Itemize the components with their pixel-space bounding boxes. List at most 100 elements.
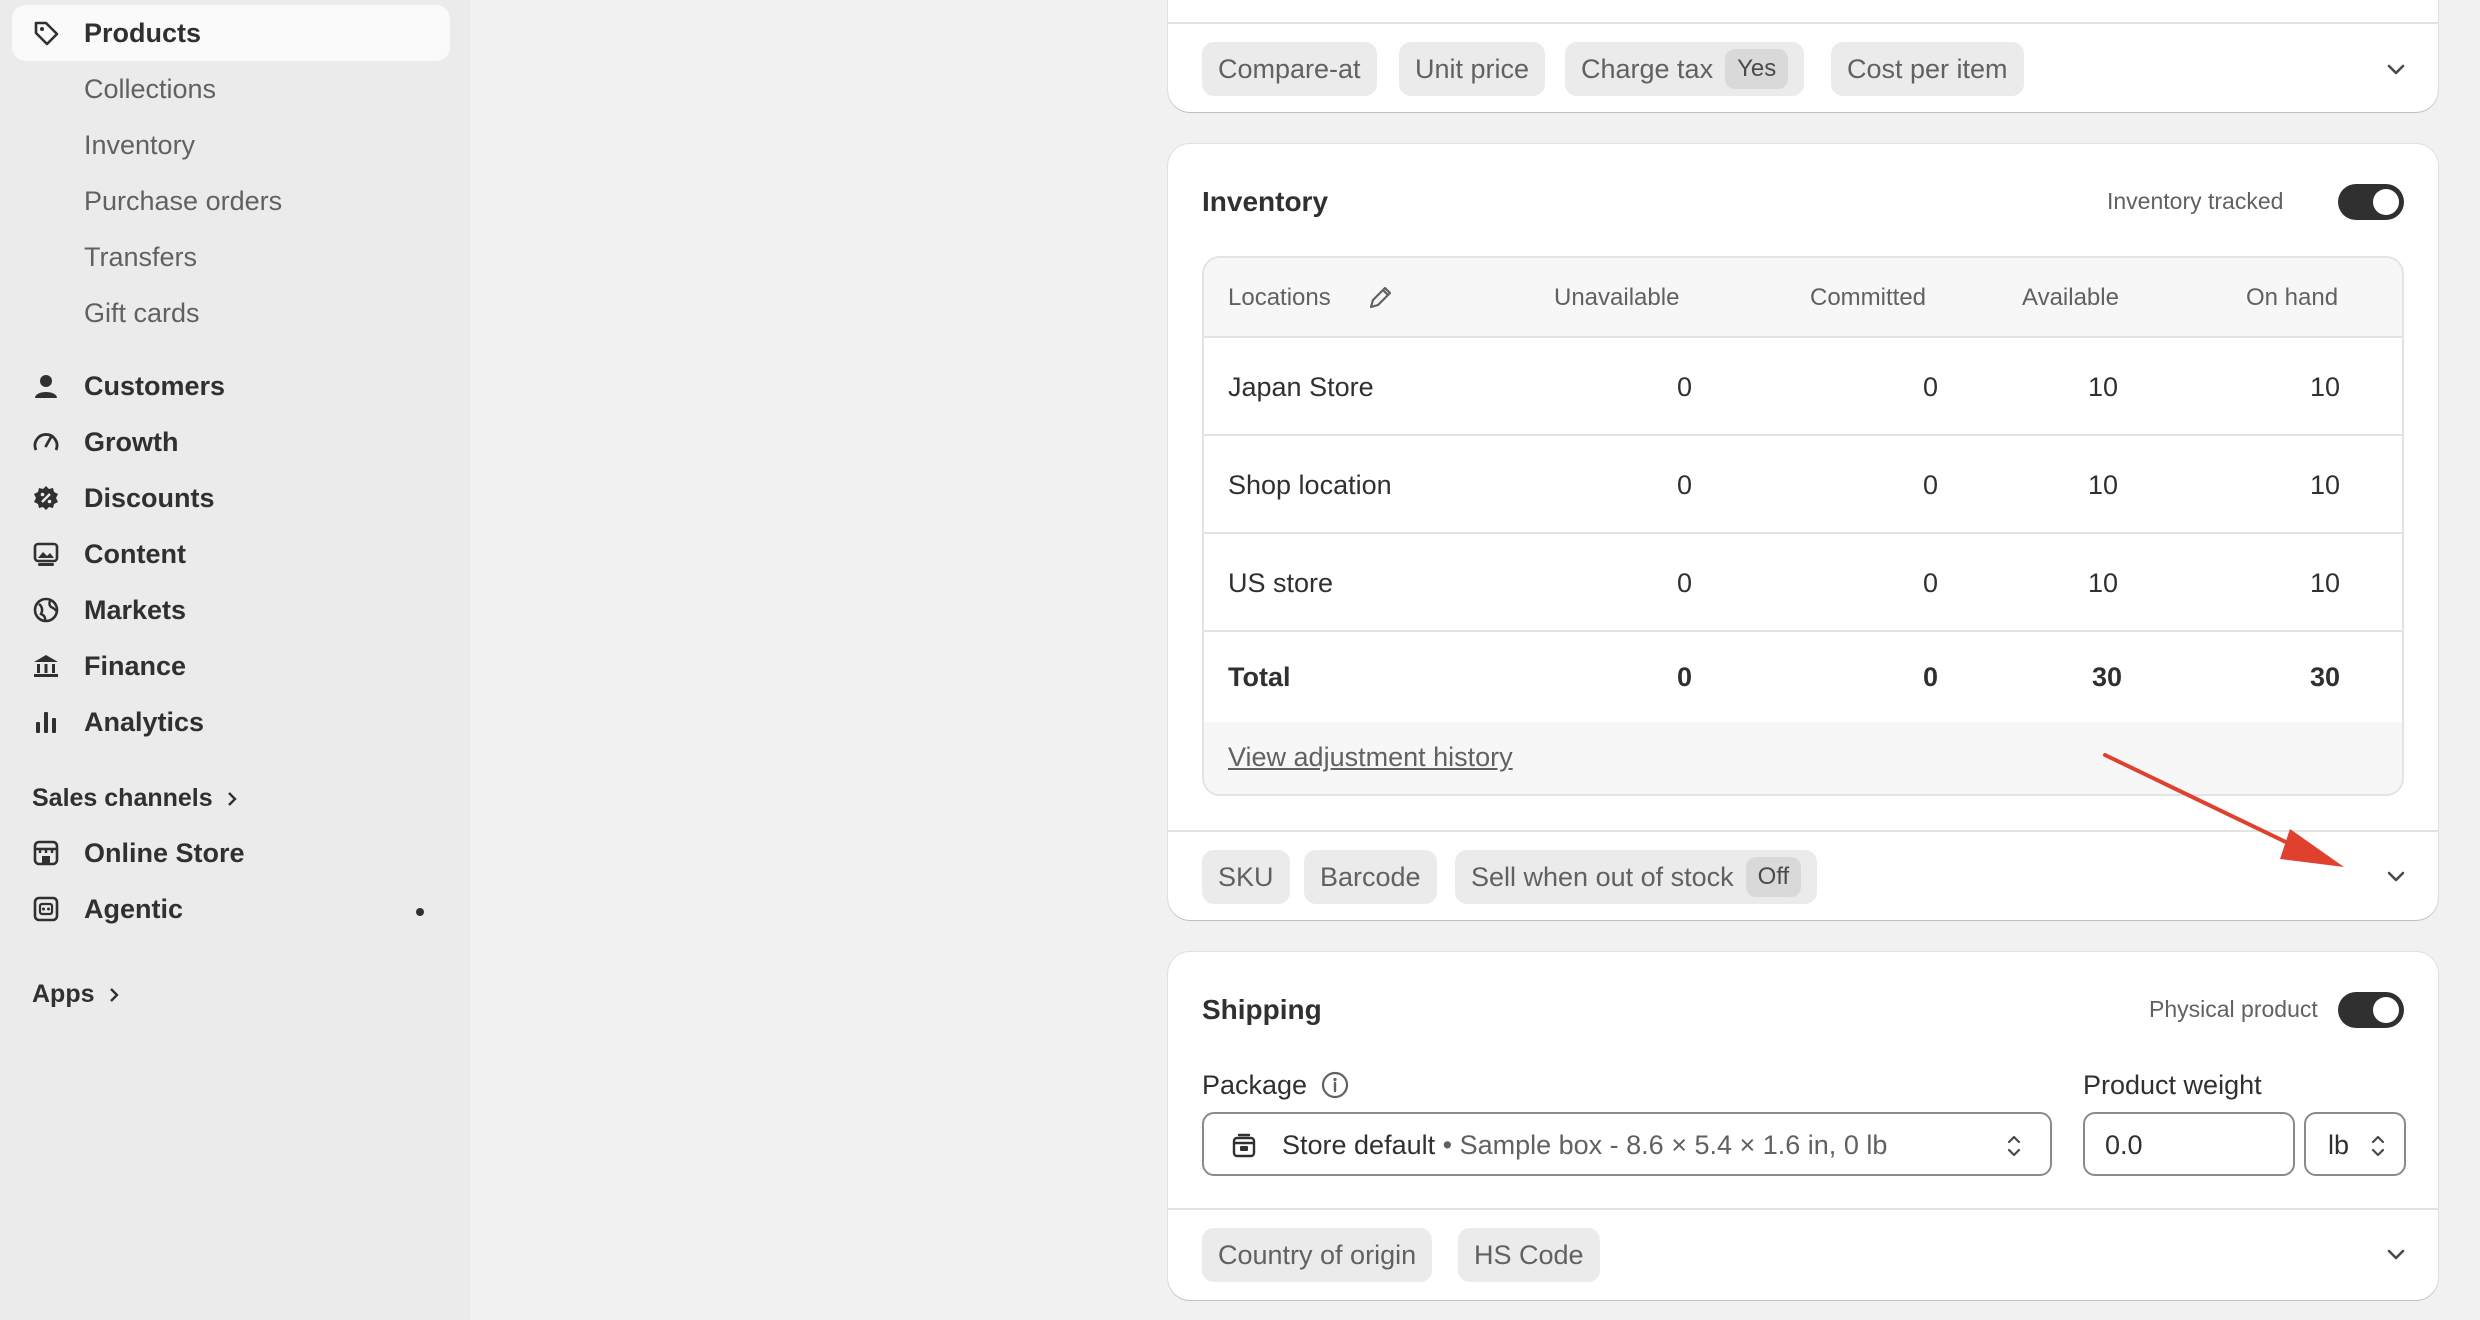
package-detail: • Sample box - 8.6 × 5.4 × 1.6 in, 0 lb (1442, 1130, 1888, 1160)
sidebar-item-label: Markets (84, 594, 187, 625)
chevron-down-icon[interactable] (2384, 57, 2408, 81)
location-name: Shop location (1228, 470, 1392, 500)
tag-icon (32, 19, 60, 47)
sidebar-item-collections[interactable]: Collections (84, 74, 216, 105)
charge-tax-chip[interactable]: Charge tax Yes (1565, 42, 1805, 96)
total-row: Total 0 0 30 30 (1204, 632, 2402, 724)
sidebar-item-finance[interactable]: Finance (12, 638, 450, 694)
chevron-right-icon (227, 791, 237, 806)
inventory-table: Locations Unavailable Committed Availabl… (1202, 256, 2404, 796)
weight-unit: lb (2328, 1130, 2350, 1160)
column-header: Locations (1228, 284, 1331, 311)
sidebar-item-customers[interactable]: Customers (12, 358, 450, 414)
sidebar-item-label: Discounts (84, 482, 215, 513)
sidebar-item-online-store[interactable]: Online Store (12, 825, 450, 881)
on-hand-cell[interactable]: 10 (2240, 372, 2340, 403)
inventory-tracked-toggle[interactable] (2338, 184, 2404, 220)
sidebar-item-analytics[interactable]: Analytics (12, 694, 450, 750)
table-row: Shop location 0 0 10 10 (1204, 436, 2402, 534)
physical-product-label: Physical product (2149, 996, 2318, 1022)
annotation-arrow (2103, 753, 2344, 867)
section-label: Apps (32, 980, 95, 1008)
total-unavailable: 0 (1676, 662, 1692, 692)
committed-cell: 0 (1922, 470, 1938, 500)
box-icon (1232, 1133, 1256, 1158)
notification-dot (416, 908, 424, 916)
on-hand-cell[interactable]: 10 (2240, 470, 2340, 501)
product-weight-label: Product weight (2083, 1070, 2262, 1100)
column-header: On hand (2246, 284, 2339, 311)
divider (1168, 22, 2438, 24)
pricing-card: Compare-at Unit price Charge tax Yes Cos… (1168, 0, 2438, 112)
sidebar-item-content[interactable]: Content (12, 526, 450, 582)
sidebar-item-products[interactable]: Products (12, 5, 450, 61)
sidebar-item-growth[interactable]: Growth (12, 414, 450, 470)
sidebar-item-label: Analytics (84, 706, 205, 737)
sidebar-item-label: Growth (84, 426, 179, 457)
unavailable-cell[interactable]: 0 (1592, 372, 1692, 403)
table-header: Locations Unavailable Committed Availabl… (1204, 258, 2402, 338)
available-cell[interactable]: 10 (2018, 470, 2118, 501)
column-header: Unavailable (1554, 284, 1680, 311)
compare-at-chip[interactable]: Compare-at (1202, 42, 1377, 96)
sidebar-item-purchase-orders[interactable]: Purchase orders (84, 186, 282, 217)
sidebar-item-transfers[interactable]: Transfers (84, 242, 197, 273)
cost-per-item-chip[interactable]: Cost per item (1831, 42, 2024, 96)
sell-when-out-of-stock-chip[interactable]: Sell when out of stock Off (1455, 850, 1818, 904)
chevron-down-icon[interactable] (2384, 864, 2408, 888)
physical-product-toggle[interactable] (2338, 992, 2404, 1028)
sidebar-item-inventory[interactable]: Inventory (84, 130, 195, 161)
sku-chip[interactable]: SKU (1202, 850, 1290, 904)
available-cell[interactable]: 10 (2018, 568, 2118, 599)
shipping-card: Shipping Physical product Package Store … (1168, 952, 2438, 1300)
sidebar-item-gift-cards[interactable]: Gift cards (84, 298, 200, 329)
chip-label: Charge tax (1581, 53, 1714, 84)
weight-unit-select[interactable]: lb (2304, 1112, 2406, 1176)
weight-value: 0.0 (2105, 1130, 2143, 1160)
view-adjustment-history-link[interactable]: View adjustment history (1228, 742, 1513, 773)
table-row: US store 0 0 10 10 (1204, 534, 2402, 632)
country-of-origin-chip[interactable]: Country of origin (1202, 1228, 1433, 1282)
unavailable-cell[interactable]: 0 (1592, 470, 1692, 501)
package-label: Package (1202, 1070, 1308, 1100)
hs-code-chip[interactable]: HS Code (1458, 1228, 1600, 1282)
storefront-icon (32, 839, 60, 867)
on-hand-cell[interactable]: 10 (2240, 568, 2340, 599)
total-available: 30 (2091, 662, 2122, 692)
package-name: Store default (1282, 1130, 1436, 1160)
package-select[interactable]: Store default • Sample box - 8.6 × 5.4 ×… (1202, 1112, 2052, 1176)
product-weight-input[interactable]: 0.0 (2083, 1112, 2295, 1176)
bar-chart-icon (32, 708, 60, 736)
available-cell[interactable]: 10 (2018, 372, 2118, 403)
status-badge: Off (1745, 857, 1802, 897)
status-badge: Yes (1725, 49, 1789, 89)
bank-icon (32, 652, 60, 680)
sidebar-item-label: Customers (84, 370, 226, 401)
location-name: US store (1228, 568, 1334, 598)
sales-channels-section[interactable]: Sales channels (32, 784, 239, 813)
location-name: Japan Store (1228, 372, 1374, 402)
sidebar-item-discounts[interactable]: Discounts (12, 470, 450, 526)
barcode-chip[interactable]: Barcode (1304, 850, 1437, 904)
sidebar-item-label: Online Store (84, 837, 245, 868)
chevron-right-icon (109, 987, 119, 1002)
package-value: Store default • Sample box - 8.6 × 5.4 ×… (1282, 1130, 1887, 1161)
column-header: Available (2022, 284, 2119, 311)
apps-section[interactable]: Apps (32, 980, 121, 1009)
card-title: Inventory (1202, 186, 1329, 217)
divider (1168, 1208, 2438, 1210)
unit-price-chip[interactable]: Unit price (1399, 42, 1546, 96)
sidebar-item-label: Content (84, 538, 186, 569)
image-icon (32, 540, 60, 568)
unavailable-cell[interactable]: 0 (1592, 568, 1692, 599)
chip-label: Sell when out of stock (1471, 861, 1734, 892)
info-icon[interactable] (1320, 1070, 1350, 1100)
inventory-tracked-label: Inventory tracked (2107, 188, 2284, 214)
gauge-icon (32, 428, 60, 456)
pencil-icon[interactable] (1366, 284, 1394, 312)
sidebar-item-markets[interactable]: Markets (12, 582, 450, 638)
person-icon (32, 372, 60, 400)
sidebar-item-agentic[interactable]: Agentic (12, 881, 450, 937)
total-committed: 0 (1922, 662, 1938, 692)
chevron-down-icon[interactable] (2384, 1242, 2408, 1266)
